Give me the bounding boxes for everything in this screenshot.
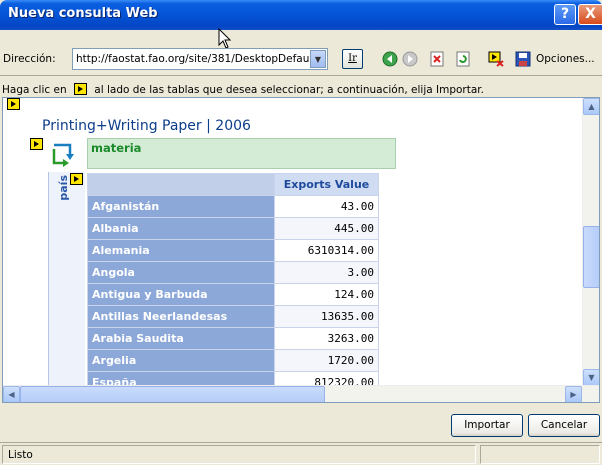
page-title: Printing+Writing Paper | 2006 [42,118,251,134]
table-row: Argelia 1720.00 [87,349,379,372]
scroll-up-button[interactable]: ▲ [583,98,599,115]
country-cell: Argelia [87,349,275,372]
scroll-left-button[interactable]: ◀ [3,386,20,402]
options-button[interactable]: Opciones... [536,53,595,65]
help-button[interactable]: ? [554,4,576,25]
table-row: Afganistán 43.00 [87,195,379,218]
status-cell-main: Listo [2,445,476,464]
vertical-scrollbar[interactable]: ▲ ▼ [582,98,599,386]
address-toolbar: Dirección: http://faostat.fao.org/site/3… [0,48,602,70]
pivot-swap-icon[interactable] [50,141,76,167]
status-cell-secondary [480,445,600,464]
table-row: Albania 445.00 [87,217,379,240]
country-cell: Afganistán [87,195,275,218]
table-row: Antillas Neerlandesas 13635.00 [87,305,379,328]
data-table: Exports Value Afganistán 43.00 Albania 445.… [87,173,379,394]
value-cell: 13635.00 [274,305,379,328]
address-dropdown-button[interactable]: ▼ [310,50,326,68]
title-bar[interactable]: Nueva consulta Web ? X [0,0,602,30]
column-field-header: materia [87,138,396,169]
value-cell: 445.00 [274,217,379,240]
forward-icon[interactable] [402,51,418,67]
refresh-icon[interactable] [455,51,471,67]
horizontal-scrollbar[interactable]: ◀ ▶ [3,385,599,402]
country-cell: Albania [87,217,275,240]
country-cell: Antigua y Barbuda [87,283,275,306]
mouse-cursor-icon [218,28,232,49]
header-blank-cell [87,173,275,196]
country-cell: Antillas Neerlandesas [87,305,275,328]
table-row: Antigua y Barbuda 124.00 [87,283,379,306]
value-cell: 1720.00 [274,349,379,372]
value-cell: 6310314.00 [274,239,379,262]
select-page-arrow-icon[interactable] [7,98,20,110]
close-button[interactable]: X [578,4,602,25]
row-field-column: país [48,172,85,386]
window-title: Nueva consulta Web [8,6,158,21]
address-input[interactable]: http://faostat.fao.org/site/381/DesktopD… [72,48,328,70]
status-text: Listo [8,449,33,461]
table-row: Arabia Saudita 3263.00 [87,327,379,350]
status-bar: Listo [0,442,602,465]
country-cell: Arabia Saudita [87,327,275,350]
row-field-label: país [57,175,70,201]
value-column-header: Exports Value [274,173,379,196]
select-data-table-arrow-icon[interactable] [70,173,83,185]
save-query-icon[interactable] [515,51,531,67]
value-cell: 124.00 [274,283,379,306]
country-cell: Alemania [87,239,275,262]
instructions-text: Haga clic en al lado de las tablas que d… [2,83,484,96]
divider [0,75,602,76]
horizontal-scroll-thumb[interactable] [20,386,325,402]
country-cell: Angola [87,261,275,284]
table-row: Alemania 6310314.00 [87,239,379,262]
vertical-scroll-thumb[interactable] [583,226,599,288]
value-cell: 3.00 [274,261,379,284]
web-content-pane[interactable]: Printing+Writing Paper | 2006 materia pa… [2,97,600,403]
scroll-right-button[interactable]: ▶ [565,386,582,402]
value-cell: 3263.00 [274,327,379,350]
select-table-arrow-icon[interactable] [30,138,43,150]
address-url: http://faostat.fao.org/site/381/DesktopD… [76,53,312,65]
show-icons-icon[interactable] [488,51,504,67]
value-cell: 43.00 [274,195,379,218]
table-header-row: Exports Value [87,173,379,196]
scroll-down-button[interactable]: ▼ [583,369,599,386]
column-field-label: materia [91,141,142,155]
instructions-after: al lado de las tablas que desea seleccio… [94,84,484,96]
instructions-before: Haga clic en [2,84,67,96]
table-row: Angola 3.00 [87,261,379,284]
import-button[interactable]: Importar [451,414,523,437]
stop-icon[interactable] [429,51,445,67]
cancel-button[interactable]: Cancelar [528,414,600,437]
back-icon[interactable] [382,51,398,67]
select-arrow-icon [73,83,87,95]
address-label: Dirección: [3,53,56,65]
go-button[interactable]: Ir [342,49,363,69]
